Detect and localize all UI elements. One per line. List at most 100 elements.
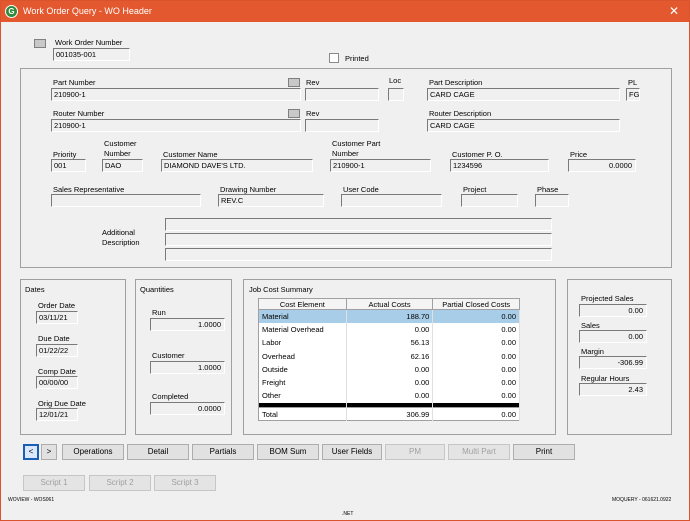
footer-program-id: WOVIEW - WOS061	[8, 497, 55, 503]
multi-part-button[interactable]: Multi Part	[448, 444, 510, 460]
sales-field[interactable]: 0.00	[579, 330, 647, 343]
sales-rep-field[interactable]	[51, 194, 201, 207]
script-3-button[interactable]: Script 3	[154, 475, 216, 491]
wo-number-field[interactable]: 001035-001	[53, 48, 130, 61]
additional-description-line-1[interactable]	[165, 218, 552, 231]
phase-field[interactable]	[535, 194, 569, 207]
operations-button[interactable]: Operations	[62, 444, 124, 460]
order-date-field[interactable]: 03/11/21	[36, 311, 78, 324]
actual-cost-cell: 0.00	[346, 375, 434, 390]
cost-element-cell: Overhead	[258, 349, 347, 363]
table-row[interactable]: Freight 0.00 0.00	[258, 375, 520, 390]
comp-date-label: Comp Date	[38, 367, 76, 376]
wo-number-label: Work Order Number	[55, 38, 123, 47]
margin-label: Margin	[581, 347, 604, 356]
user-code-label: User Code	[343, 185, 379, 194]
customer-part-label: Customer Part Number	[332, 139, 381, 158]
part-number-label: Part Number	[53, 78, 96, 87]
router-lookup-button[interactable]	[288, 109, 300, 118]
next-button[interactable]: >	[41, 444, 57, 460]
due-date-label: Due Date	[38, 334, 70, 343]
partial-cost-cell: 0.00	[432, 389, 520, 403]
lookup-button[interactable]	[34, 39, 46, 48]
part-number-field[interactable]: 210900-1	[51, 88, 301, 101]
part-desc-field[interactable]: CARD CAGE	[427, 88, 620, 101]
customer-part-field[interactable]: 210900-1	[330, 159, 431, 172]
price-label: Price	[570, 150, 588, 159]
partials-button[interactable]: Partials	[192, 444, 254, 460]
actual-cost-cell: 0.00	[346, 322, 434, 337]
column-header: Partial Closed Costs	[432, 298, 520, 310]
price-field[interactable]: 0.0000	[568, 159, 636, 172]
priority-field[interactable]: 001	[51, 159, 86, 172]
bom-sum-button[interactable]: BOM Sum	[257, 444, 319, 460]
column-header: Cost Element	[258, 298, 347, 310]
customer-number-field[interactable]: DAO	[102, 159, 143, 172]
customer-qty-field[interactable]: 1.0000	[150, 361, 225, 374]
table-row[interactable]: Labor 56.13 0.00	[258, 336, 520, 350]
margin-field[interactable]: -306.99	[579, 356, 647, 369]
drawing-number-field[interactable]: REV.C	[218, 194, 324, 207]
cost-element-cell: Material Overhead	[258, 322, 347, 337]
user-code-field[interactable]	[341, 194, 442, 207]
user-fields-button[interactable]: User Fields	[322, 444, 382, 460]
column-header: Actual Costs	[345, 298, 434, 310]
customer-qty-label: Customer	[152, 351, 185, 360]
table-row[interactable]: Overhead 62.16 0.00	[258, 349, 520, 363]
router-desc-field[interactable]: CARD CAGE	[427, 119, 620, 132]
previous-button[interactable]: <	[23, 444, 39, 460]
customer-name-field[interactable]: DIAMOND DAVE'S LTD.	[161, 159, 313, 172]
total-actual-cell: 306.99	[346, 407, 434, 421]
pl-field[interactable]: FG	[626, 88, 640, 101]
total-partial-cell: 0.00	[432, 407, 520, 421]
additional-description-line-2[interactable]	[165, 233, 552, 246]
partial-cost-cell: 0.00	[432, 362, 520, 376]
cost-element-cell: Other	[258, 389, 347, 403]
actual-cost-cell: 62.16	[346, 349, 434, 363]
script-2-button[interactable]: Script 2	[89, 475, 151, 491]
priority-label: Priority	[53, 150, 77, 159]
script-1-button[interactable]: Script 1	[23, 475, 85, 491]
pm-button[interactable]: PM	[385, 444, 445, 460]
table-row[interactable]: Other 0.00 0.00	[258, 389, 520, 403]
customer-name-label: Customer Name	[163, 150, 218, 159]
projected-sales-field[interactable]: 0.00	[579, 304, 647, 317]
customer-po-field[interactable]: 1234596	[450, 159, 549, 172]
run-field[interactable]: 1.0000	[150, 318, 225, 331]
quantities-title: Quantities	[140, 285, 174, 294]
additional-description-line-3[interactable]	[165, 248, 552, 261]
detail-button[interactable]: Detail	[127, 444, 189, 460]
project-field[interactable]	[461, 194, 518, 207]
part-lookup-button[interactable]	[288, 78, 300, 87]
print-button[interactable]: Print	[513, 444, 575, 460]
pl-label: PL	[628, 78, 638, 87]
partial-cost-cell: 0.00	[432, 309, 520, 323]
due-date-field[interactable]: 01/22/22	[36, 344, 78, 357]
loc-field[interactable]	[388, 88, 404, 101]
dates-title: Dates	[25, 285, 45, 294]
table-row[interactable]: Material 188.70 0.00	[258, 309, 520, 323]
router-rev-field[interactable]	[305, 119, 379, 132]
printed-checkbox[interactable]	[329, 53, 339, 63]
completed-field[interactable]: 0.0000	[150, 402, 225, 415]
total-row: Total 306.99 0.00	[258, 407, 520, 421]
close-icon[interactable]: ✕	[669, 4, 679, 18]
cost-element-cell: Freight	[258, 375, 347, 390]
cost-element-cell: Outside	[258, 362, 347, 376]
phase-label: Phase	[537, 185, 559, 194]
part-desc-label: Part Description	[429, 78, 483, 87]
regular-hours-field[interactable]: 2.43	[579, 383, 647, 396]
table-row[interactable]: Material Overhead 0.00 0.00	[258, 322, 520, 337]
router-rev-label: Rev	[306, 109, 320, 118]
printed-label: Printed	[345, 54, 369, 63]
table-row[interactable]: Outside 0.00 0.00	[258, 362, 520, 376]
orig-due-date-field[interactable]: 12/01/21	[36, 408, 78, 421]
customer-po-label: Customer P. O.	[452, 150, 503, 159]
comp-date-field[interactable]: 00/00/00	[36, 376, 78, 389]
router-number-field[interactable]: 210900-1	[51, 119, 301, 132]
cost-element-cell: Material	[258, 309, 347, 323]
rev-label: Rev	[306, 78, 320, 87]
partial-cost-cell: 0.00	[432, 322, 520, 337]
rev-field[interactable]	[305, 88, 379, 101]
router-desc-label: Router Description	[429, 109, 492, 118]
